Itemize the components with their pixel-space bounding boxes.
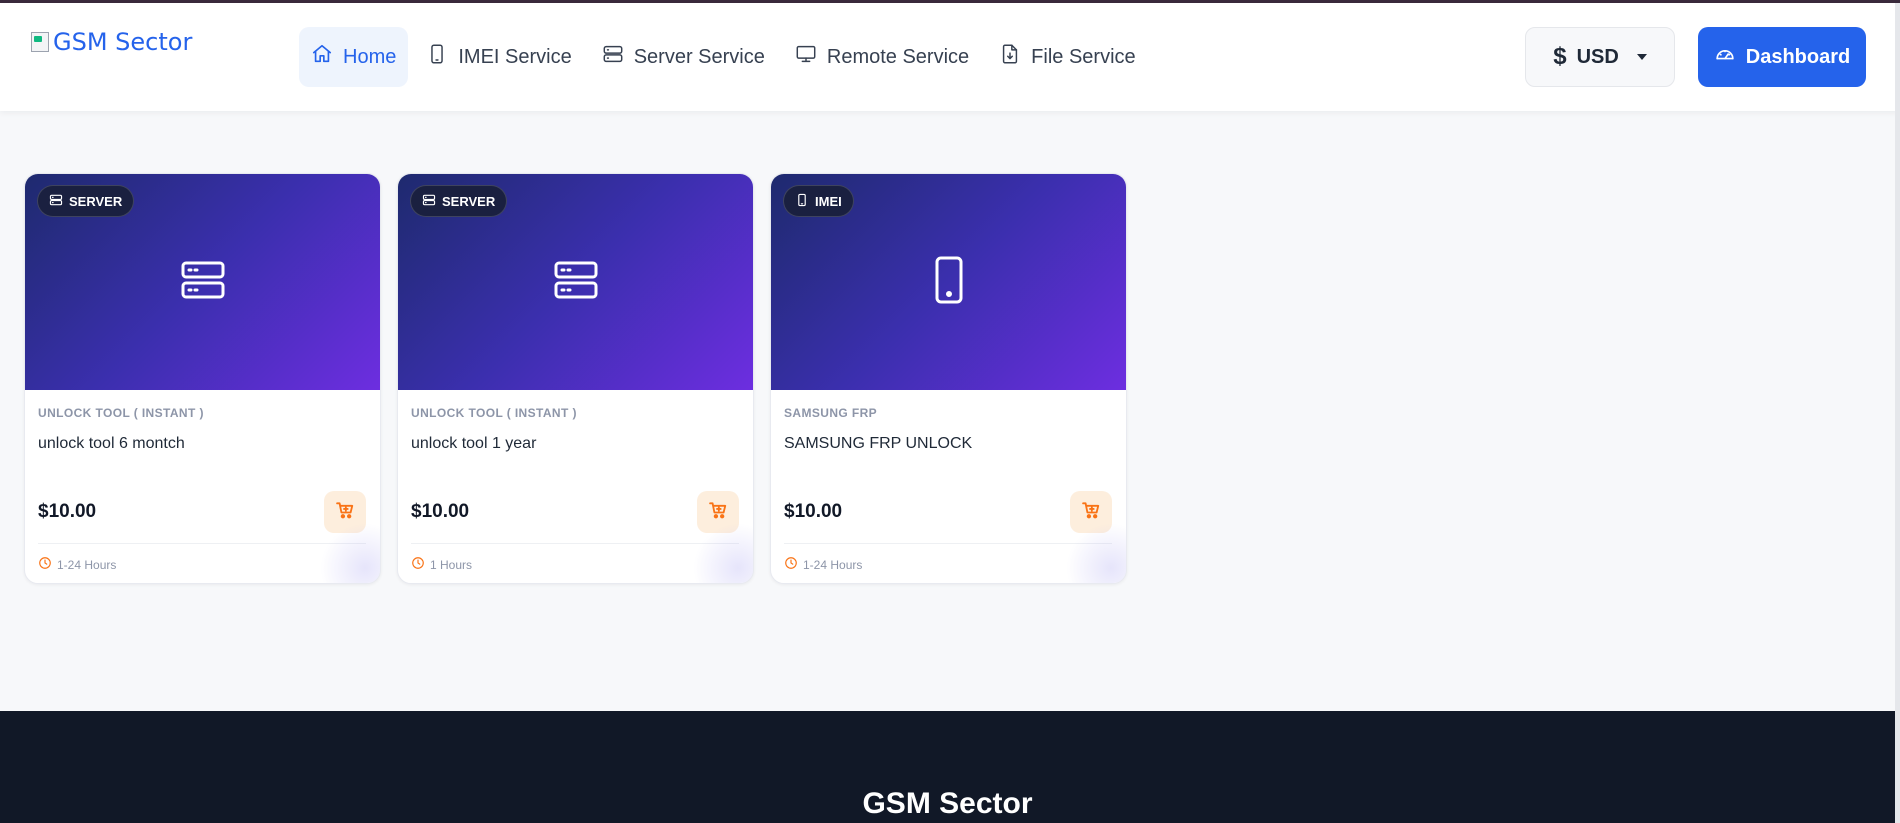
type-badge-label: IMEI [815, 193, 842, 209]
product-card[interactable]: IMEI SAMSUNG FRP SAMSUNG FRP UNLOCK $10.… [770, 173, 1127, 584]
divider [784, 543, 1112, 544]
delivery-time-label: 1-24 Hours [57, 557, 117, 572]
server-icon [551, 255, 601, 310]
type-badge: SERVER [37, 185, 135, 217]
dashboard-label: Dashboard [1745, 45, 1851, 68]
clock-icon [38, 556, 52, 573]
nav-item-server-service[interactable]: Server Service [590, 27, 777, 87]
nav-label-imei-service: IMEI Service [458, 45, 572, 68]
nav-item-imei-service[interactable]: IMEI Service [414, 27, 583, 87]
delivery-time: 1-24 Hours [38, 556, 366, 573]
server-icon [49, 193, 63, 210]
caret-down-icon [1636, 54, 1647, 60]
home-icon [311, 43, 333, 71]
product-category: UNLOCK TOOL ( INSTANT ) [38, 406, 204, 420]
product-hero: SERVER [398, 174, 753, 390]
product-title: SAMSUNG FRP UNLOCK [784, 435, 973, 452]
type-badge-label: SERVER [442, 193, 496, 209]
site-footer: GSM Sector [0, 711, 1900, 823]
delivery-time: 1-24 Hours [784, 556, 1112, 573]
phone-icon [924, 255, 974, 310]
divider [411, 543, 739, 544]
nav-item-file-service[interactable]: File Service [987, 27, 1147, 87]
type-badge: IMEI [783, 185, 854, 217]
cart-plus-icon [708, 500, 728, 525]
product-price: $10.00 [38, 501, 97, 522]
price-row: $10.00 [411, 491, 739, 533]
currency-label: USD [1576, 45, 1619, 68]
product-title: unlock tool 1 year [411, 435, 537, 452]
product-grid: SERVER UNLOCK TOOL ( INSTANT ) unlock to… [24, 173, 1127, 584]
product-body: UNLOCK TOOL ( INSTANT ) unlock tool 1 ye… [398, 390, 753, 573]
product-body: SAMSUNG FRP SAMSUNG FRP UNLOCK $10.00 1-… [771, 390, 1126, 573]
product-hero: SERVER [25, 174, 380, 390]
nav-label-remote-service: Remote Service [826, 45, 970, 68]
logo-link[interactable]: GSM Sector [29, 27, 192, 57]
page-scrollbar[interactable] [1895, 3, 1900, 823]
delivery-time: 1 Hours [411, 556, 739, 573]
cart-plus-icon [335, 500, 355, 525]
server-icon [178, 255, 228, 310]
divider [38, 543, 366, 544]
server-icon [422, 193, 436, 210]
logo-alt-text: GSM Sector [53, 28, 193, 56]
phone-icon [426, 43, 448, 71]
nav-label-home: Home [343, 45, 397, 68]
add-to-cart-button[interactable] [1070, 491, 1112, 533]
broken-image-icon [29, 30, 51, 54]
nav-label-file-service: File Service [1031, 45, 1136, 68]
site-header: GSM Sector Home IMEI Service Server Serv… [0, 3, 1900, 111]
phone-icon [795, 193, 809, 210]
add-to-cart-button[interactable] [697, 491, 739, 533]
nav-item-home[interactable]: Home [299, 27, 409, 87]
footer-title: GSM Sector [862, 787, 1033, 820]
clock-icon [784, 556, 798, 573]
server-icon [602, 43, 624, 71]
file-download-icon [999, 43, 1021, 71]
dashboard-button[interactable]: Dashboard [1698, 27, 1866, 87]
delivery-time-label: 1-24 Hours [803, 557, 863, 572]
product-card[interactable]: SERVER UNLOCK TOOL ( INSTANT ) unlock to… [397, 173, 754, 584]
nav-item-remote-service[interactable]: Remote Service [783, 27, 981, 87]
product-category: SAMSUNG FRP [784, 406, 878, 420]
currency-dropdown[interactable]: $ USD [1525, 27, 1675, 87]
currency-symbol: $ [1553, 43, 1567, 70]
product-price: $10.00 [411, 501, 470, 522]
product-price: $10.00 [784, 501, 843, 522]
product-card[interactable]: SERVER UNLOCK TOOL ( INSTANT ) unlock to… [24, 173, 381, 584]
delivery-time-label: 1 Hours [430, 557, 473, 572]
gauge-icon [1714, 43, 1736, 71]
type-badge-label: SERVER [69, 193, 123, 209]
cart-plus-icon [1081, 500, 1101, 525]
clock-icon [411, 556, 425, 573]
add-to-cart-button[interactable] [324, 491, 366, 533]
price-row: $10.00 [784, 491, 1112, 533]
type-badge: SERVER [410, 185, 508, 217]
nav-label-server-service: Server Service [633, 45, 765, 68]
main-nav: Home IMEI Service Server Service Remote … [299, 27, 1148, 87]
price-row: $10.00 [38, 491, 366, 533]
product-hero: IMEI [771, 174, 1126, 390]
product-body: UNLOCK TOOL ( INSTANT ) unlock tool 6 mo… [25, 390, 380, 573]
product-title: unlock tool 6 montch [38, 435, 185, 452]
product-category: UNLOCK TOOL ( INSTANT ) [411, 406, 577, 420]
monitor-icon [795, 43, 817, 71]
